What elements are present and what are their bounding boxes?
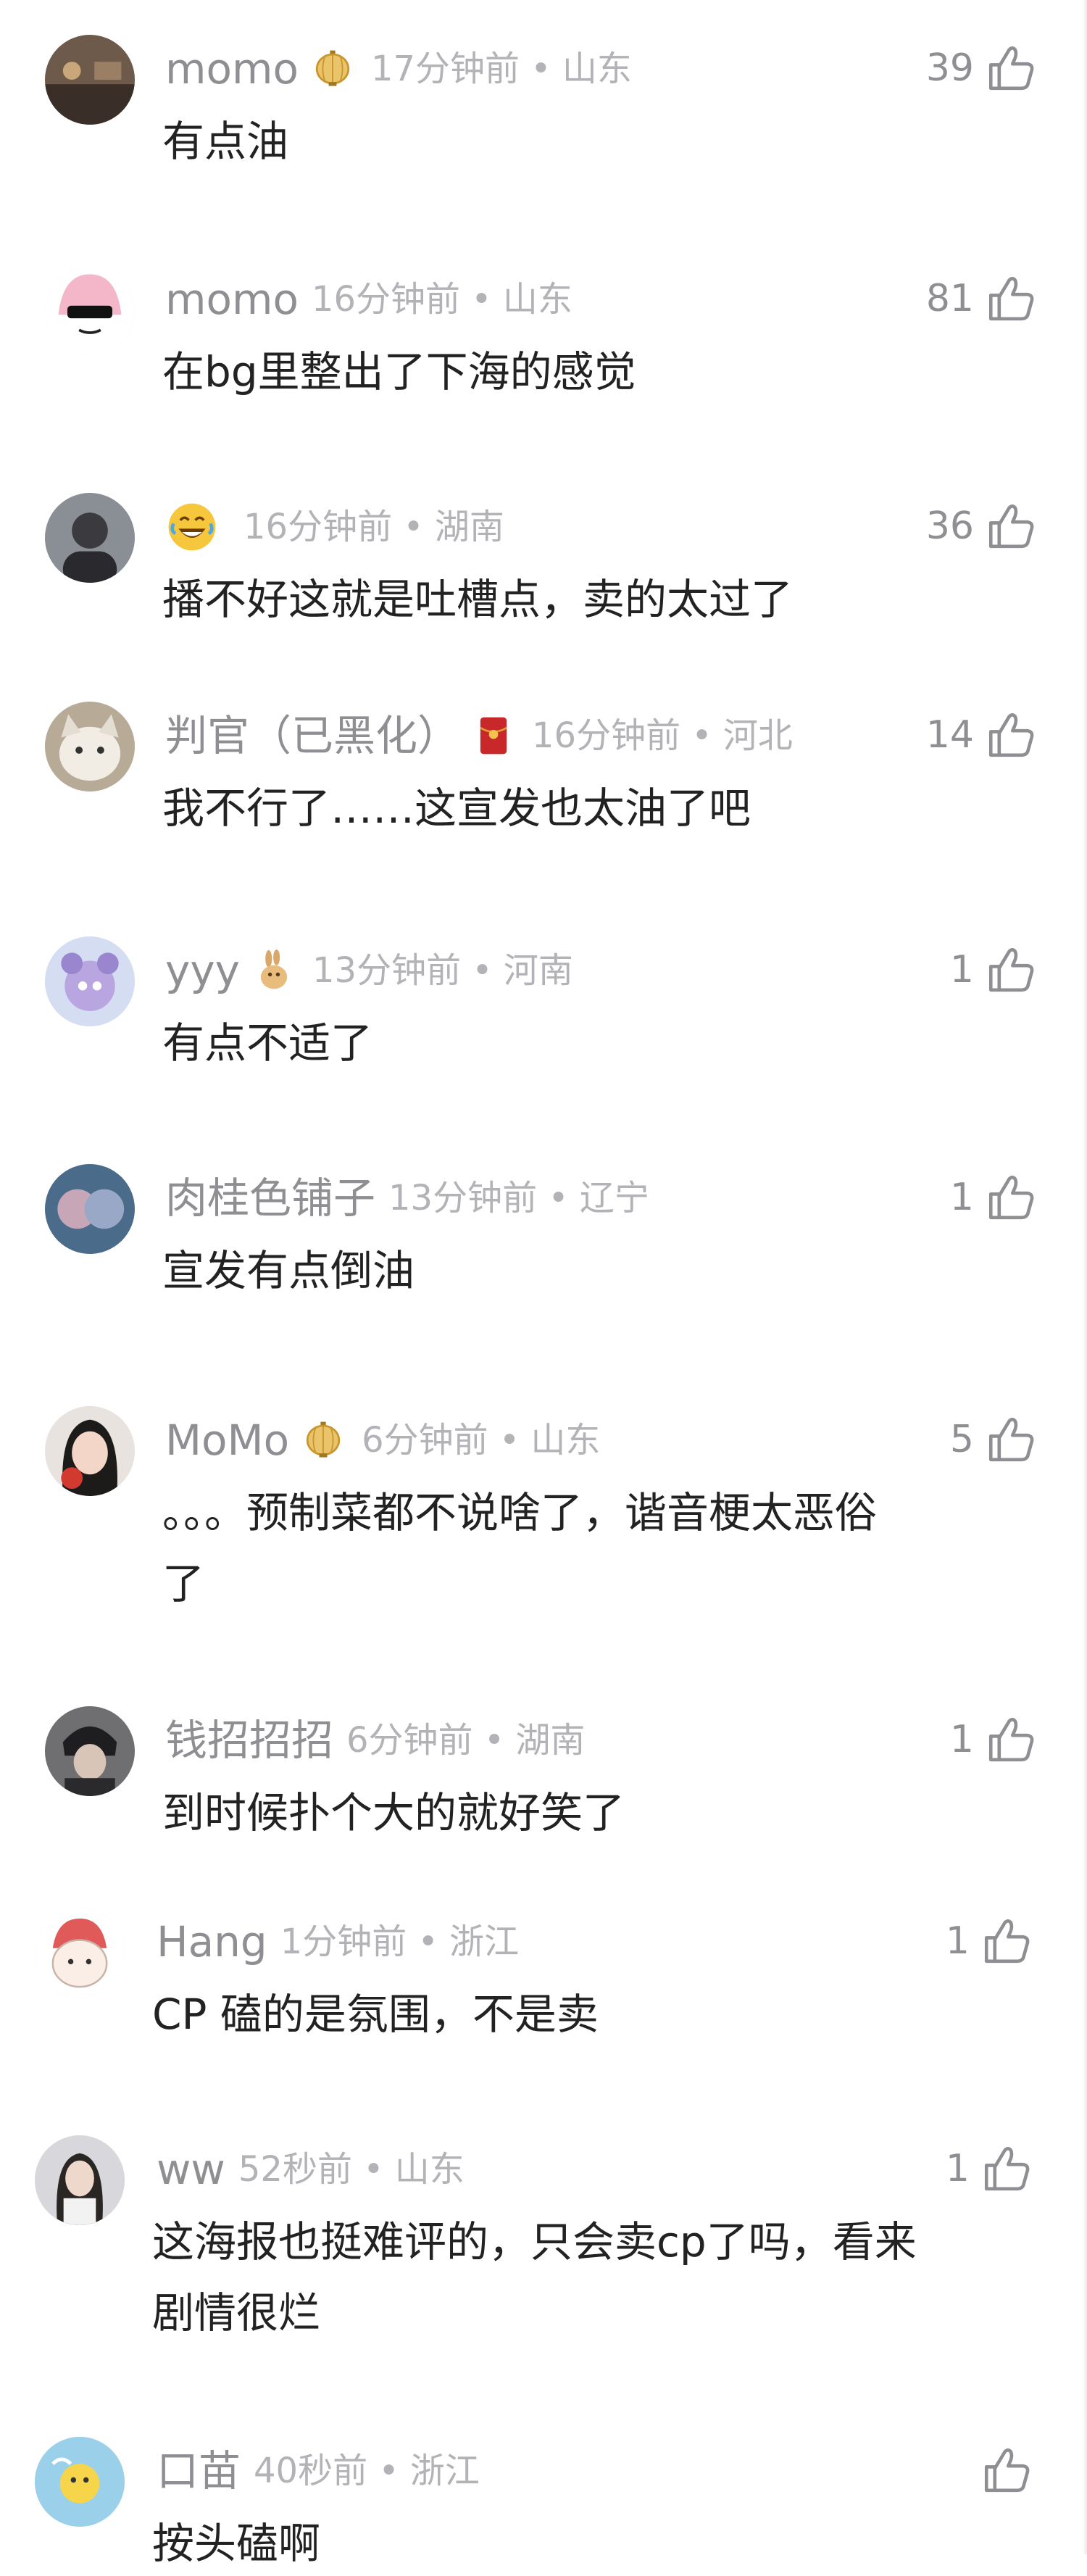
like-button[interactable]: 1 [946,1914,1033,1969]
avatar[interactable] [45,1164,135,1254]
comment-text-line-2: 剧情很烂 [152,2288,321,2338]
like-count: 5 [949,1418,974,1461]
thumbs-up-icon[interactable] [984,499,1038,553]
comment-meta: momo 17分钟前 • 山东 [165,43,632,94]
like-button[interactable] [970,2443,1033,2498]
avatar[interactable] [35,2135,125,2225]
like-button[interactable]: 39 [926,41,1038,96]
avatar[interactable] [45,265,135,355]
like-count: 39 [925,46,974,90]
thumbs-up-icon[interactable] [984,1413,1038,1466]
timestamp-location: 16分钟前 • 湖南 [243,507,504,547]
thumbs-up-icon[interactable] [984,943,1038,997]
red-envelope-badge-icon [472,715,515,757]
avatar[interactable] [45,35,135,125]
like-button[interactable]: 1 [950,1712,1038,1767]
comment-meta: ww 52秒前 • 山东 [157,2144,465,2195]
rabbit-badge-icon [253,950,295,992]
lantern-badge-icon [302,1419,344,1461]
like-button[interactable]: 81 [926,271,1038,326]
like-button[interactable]: 1 [946,2141,1033,2196]
username[interactable]: 肉桂色铺子 [165,1173,375,1223]
comment-meta: 肉桂色铺子 13分钟前 • 辽宁 [165,1173,649,1223]
like-button[interactable]: 1 [950,1170,1038,1225]
comment-text: 我不行了……这宣发也太油了吧 [162,784,751,833]
comment-meta: 判官（已黑化） 16分钟前 • 河北 [165,710,793,761]
username[interactable]: MoMo [165,1415,289,1466]
username[interactable]: 口苗 [157,2446,241,2496]
username[interactable]: 钱招招招 [165,1715,333,1766]
avatar[interactable] [35,2437,125,2527]
like-count: 1 [949,1176,974,1219]
comment-text: 有点不适了 [162,1018,373,1068]
comment-text-line-2: 了 [162,1559,205,1608]
lantern-badge-icon [312,48,354,90]
comment-meta: 16分钟前 • 湖南 [165,502,504,552]
timestamp-location: 13分钟前 • 辽宁 [388,1178,649,1218]
avatar[interactable] [45,936,135,1026]
like-count: 1 [949,1718,974,1761]
timestamp-location: 52秒前 • 山东 [238,2149,465,2190]
avatar[interactable] [45,493,135,583]
comment-text-line-1: 。。。预制菜都不说啥了，谐音梗太恶俗 [162,1488,878,1537]
laughing-emoji-icon [165,500,219,554]
timestamp-location: 1分钟前 • 浙江 [280,1921,520,1962]
username[interactable]: ww [157,2144,225,2195]
timestamp-location: 16分钟前 • 河北 [532,715,793,756]
comment-text: CP 磕的是氛围，不是卖 [152,1990,599,2039]
avatar[interactable] [45,702,135,792]
like-button[interactable]: 1 [950,942,1038,997]
comment-meta: MoMo 6分钟前 • 山东 [165,1415,600,1466]
timestamp-location: 40秒前 • 浙江 [254,2451,480,2491]
username[interactable]: 判官（已黑化） [165,710,459,761]
comment-meta: yyy 13分钟前 • 河南 [165,945,573,996]
comment-meta: 口苗 40秒前 • 浙江 [157,2446,480,2496]
timestamp-location: 17分钟前 • 山东 [370,49,632,89]
username[interactable]: momo [165,274,299,325]
thumbs-up-icon[interactable] [984,272,1038,325]
like-count: 1 [945,2147,970,2190]
timestamp-location: 6分钟前 • 山东 [362,1420,601,1461]
comment-text: 播不好这就是吐槽点，卖的太过了 [162,575,794,624]
username[interactable]: yyy [165,945,240,996]
username[interactable]: momo [165,43,299,94]
like-count: 1 [949,948,974,992]
comment-text: 有点油 [162,117,289,166]
like-count: 14 [925,713,974,757]
comment-meta: momo 16分钟前 • 山东 [165,274,572,325]
like-count: 81 [925,277,974,320]
comment-text: 按头磕啊 [152,2519,321,2568]
thumbs-up-icon[interactable] [984,1713,1038,1766]
thumbs-up-icon[interactable] [980,2142,1033,2195]
comment-text: 到时候扑个大的就好笑了 [162,1788,625,1837]
thumbs-up-icon[interactable] [980,1914,1033,1968]
thumbs-up-icon[interactable] [980,2443,1033,2497]
comment-text-line-1: 这海报也挺难评的，只会卖cp了吗，看来 [152,2217,917,2267]
avatar[interactable] [45,1406,135,1496]
comment-text: 在bg里整出了下海的感觉 [162,347,636,396]
thumbs-up-icon[interactable] [984,708,1038,762]
thumbs-up-icon[interactable] [984,1171,1038,1224]
avatar[interactable] [35,1908,125,1998]
comment-meta: Hang 1分钟前 • 浙江 [157,1916,519,1967]
timestamp-location: 6分钟前 • 湖南 [346,1720,586,1761]
right-edge-divider [1083,0,1087,2554]
like-button[interactable]: 14 [926,707,1038,763]
like-button[interactable]: 5 [950,1412,1038,1467]
comment-text: 宣发有点倒油 [162,1246,415,1295]
like-count: 1 [945,1919,970,1963]
comment-meta: 钱招招招 6分钟前 • 湖南 [165,1715,585,1766]
avatar[interactable] [45,1706,135,1796]
thumbs-up-icon[interactable] [984,41,1038,95]
like-button[interactable]: 36 [926,499,1038,554]
like-count: 36 [925,504,974,548]
timestamp-location: 16分钟前 • 山东 [311,279,572,320]
username[interactable]: Hang [157,1916,267,1967]
timestamp-location: 13分钟前 • 河南 [312,950,573,991]
